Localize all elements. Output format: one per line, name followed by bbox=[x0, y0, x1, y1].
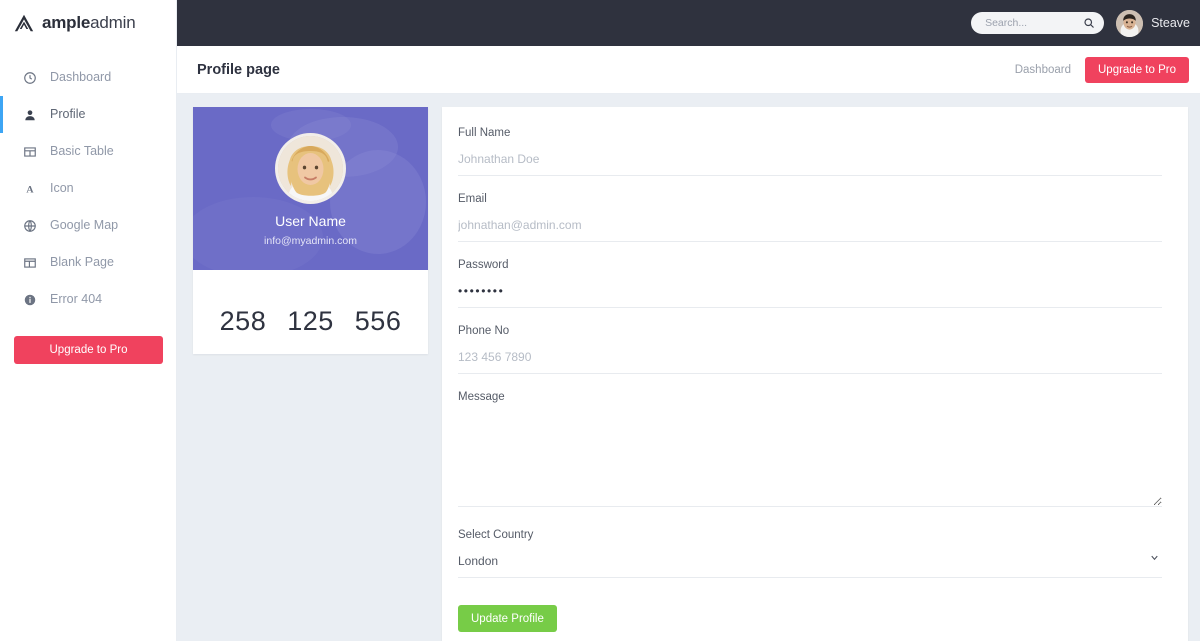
sidebar-item-label: Blank Page bbox=[50, 255, 114, 270]
avatar-photo-icon bbox=[1116, 9, 1144, 37]
sidebar-item-label: Dashboard bbox=[50, 70, 112, 85]
password-label: Password bbox=[458, 259, 509, 271]
brand-bold: ample bbox=[42, 13, 91, 32]
brand-light: admin bbox=[90, 13, 136, 32]
table-icon bbox=[22, 144, 37, 159]
sidebar-upgrade-button[interactable]: Upgrade to Pro bbox=[14, 336, 163, 364]
brand-logo[interactable]: ampleadmin bbox=[0, 0, 176, 46]
topbar: Steave bbox=[177, 0, 1200, 46]
sidebar-item-label: Google Map bbox=[50, 218, 119, 233]
email-input[interactable] bbox=[458, 218, 1162, 242]
sidebar-item-icon[interactable]: A Icon bbox=[0, 170, 176, 207]
password-input[interactable] bbox=[458, 284, 1162, 308]
message-textarea[interactable] bbox=[458, 414, 1162, 507]
full-name-input[interactable] bbox=[458, 152, 1162, 176]
sidebar-item-label: Profile bbox=[50, 107, 86, 122]
email-label: Email bbox=[458, 193, 487, 205]
clock-icon bbox=[22, 70, 37, 85]
breadcrumb[interactable]: Dashboard bbox=[1015, 64, 1071, 76]
upgrade-to-pro-button[interactable]: Upgrade to Pro bbox=[1085, 56, 1189, 83]
search-input[interactable] bbox=[983, 16, 1080, 30]
phone-input[interactable] bbox=[458, 350, 1162, 374]
field-group-password: Password bbox=[458, 259, 1162, 308]
country-select[interactable]: LondonIndiaUsaCanadaThailand bbox=[458, 554, 1162, 578]
profile-card: User Name info@myadmin.com 258 125 556 bbox=[193, 107, 428, 354]
user-menu[interactable]: Steave bbox=[1116, 9, 1190, 37]
stat-value: 556 bbox=[354, 305, 402, 336]
globe-icon bbox=[22, 218, 37, 233]
letter-a-icon: A bbox=[22, 181, 37, 196]
message-label: Message bbox=[458, 391, 505, 403]
user-name-label: Steave bbox=[1151, 16, 1190, 30]
sidebar-item-dashboard[interactable]: Dashboard bbox=[0, 59, 176, 96]
layout-icon bbox=[22, 255, 37, 270]
stat-value: 258 bbox=[219, 305, 267, 336]
sidebar-nav: Dashboard Profile Basic Table A Icon Goo… bbox=[0, 59, 176, 318]
profile-hero: User Name info@myadmin.com bbox=[193, 107, 428, 270]
profile-form-card: Full Name Email Password Phone No Messag bbox=[442, 107, 1188, 641]
profile-email: info@myadmin.com bbox=[264, 235, 357, 247]
page-header-actions: Dashboard Upgrade to Pro bbox=[1015, 56, 1189, 83]
phone-label: Phone No bbox=[458, 325, 510, 337]
field-group-full-name: Full Name bbox=[458, 127, 1162, 176]
field-group-country: Select Country LondonIndiaUsaCanadaThail… bbox=[458, 529, 1162, 578]
search-icon[interactable] bbox=[1083, 17, 1095, 29]
page-header: Profile page Dashboard Upgrade to Pro bbox=[177, 46, 1200, 94]
full-name-label: Full Name bbox=[458, 127, 511, 139]
ample-triangle-logo-icon bbox=[14, 14, 34, 32]
user-icon bbox=[22, 107, 37, 122]
profile-hero-band bbox=[193, 270, 428, 288]
stat-value: 125 bbox=[287, 305, 334, 336]
sidebar-item-label: Icon bbox=[50, 181, 74, 196]
app-root: ampleadmin Dashboard Profile Basic Table bbox=[0, 0, 1200, 641]
country-label: Select Country bbox=[458, 529, 534, 541]
sidebar-item-google-map[interactable]: Google Map bbox=[0, 207, 176, 244]
brand-text: ampleadmin bbox=[42, 13, 136, 33]
sidebar-item-profile[interactable]: Profile bbox=[0, 96, 176, 133]
sidebar: ampleadmin Dashboard Profile Basic Table bbox=[0, 0, 177, 641]
sidebar-item-label: Error 404 bbox=[50, 292, 103, 307]
info-circle-icon bbox=[22, 292, 37, 307]
search-box[interactable] bbox=[971, 12, 1105, 34]
avatar bbox=[1116, 9, 1144, 37]
sidebar-item-basic-table[interactable]: Basic Table bbox=[0, 133, 176, 170]
sidebar-item-blank-page[interactable]: Blank Page bbox=[0, 244, 176, 281]
sidebar-item-label: Basic Table bbox=[50, 144, 114, 159]
field-group-message: Message bbox=[458, 391, 1162, 512]
main-area: Steave Profile page Dashboard Upgrade to… bbox=[177, 0, 1200, 641]
update-profile-button[interactable]: Update Profile bbox=[458, 605, 557, 632]
profile-stats: 258 125 556 bbox=[193, 288, 428, 354]
field-group-phone: Phone No bbox=[458, 325, 1162, 374]
field-group-email: Email bbox=[458, 193, 1162, 242]
profile-avatar bbox=[275, 133, 346, 204]
page-title: Profile page bbox=[197, 61, 280, 78]
profile-name: User Name bbox=[275, 213, 346, 229]
content-area: User Name info@myadmin.com 258 125 556 F… bbox=[177, 94, 1200, 641]
sidebar-item-error-404[interactable]: Error 404 bbox=[0, 281, 176, 318]
country-select-wrapper: LondonIndiaUsaCanadaThailand bbox=[458, 552, 1162, 578]
profile-avatar-photo-icon bbox=[278, 136, 343, 201]
svg-text:A: A bbox=[26, 184, 34, 195]
